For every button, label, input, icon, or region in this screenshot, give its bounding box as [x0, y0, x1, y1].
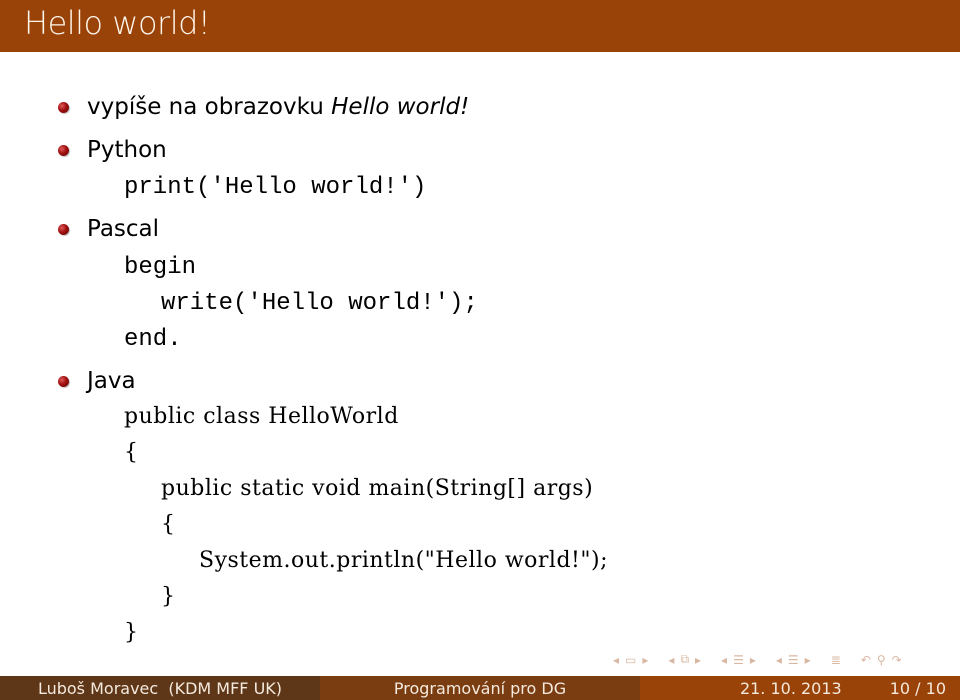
section-icon[interactable]: ☰ — [788, 653, 799, 667]
code-line-java: { — [124, 440, 139, 465]
toc-icon[interactable]: ≣ — [831, 653, 841, 667]
code-line-java: public static void main(String[] args) — [161, 476, 594, 501]
bullet-item-java: Java — [58, 368, 136, 394]
beamer-navigation: ◂ ▭ ▸ ◂ ⧉ ▸ ◂ ☰ ▸ ◂ ☰ ▸ ≣ ↶ ⚲ ↷ — [610, 652, 919, 667]
footer-page-number: 10 / 10 — [889, 678, 946, 698]
footer-author: Luboš Moravec (KDM MFF UK) — [0, 676, 320, 700]
bullet-icon — [58, 223, 69, 235]
bullet-text: Java — [87, 368, 136, 394]
undo-icon[interactable]: ↶ — [861, 653, 871, 667]
bullet-text: vypíše na obrazovku — [87, 94, 332, 120]
code-line-java: System.out.println("Hello world!"); — [199, 548, 608, 573]
nav-subsection-group: ◂ ☰ ▸ — [718, 653, 759, 667]
title-bar: Hello world! — [0, 0, 960, 52]
arrow-right-icon[interactable]: ▸ — [695, 653, 701, 667]
bullet-item-python: Python — [58, 137, 167, 163]
search-icon[interactable]: ⚲ — [877, 653, 886, 667]
code-line-pascal: write('Hello world!'); — [161, 290, 478, 317]
arrow-right-icon[interactable]: ▸ — [750, 653, 756, 667]
bullet-icon — [58, 144, 69, 156]
arrow-left-icon[interactable]: ◂ — [668, 653, 674, 667]
nav-frame-group: ◂ ▭ ▸ — [610, 653, 651, 667]
code-line-java: } — [124, 620, 139, 645]
footer-author-text: Luboš Moravec (KDM MFF UK) — [37, 678, 283, 698]
nav-search-group: ↶ ⚲ ↷ — [858, 653, 905, 667]
footer-date: 21. 10. 2013 — [739, 678, 842, 698]
subsection-icon[interactable]: ☰ — [733, 653, 744, 667]
arrow-left-icon[interactable]: ◂ — [613, 653, 619, 667]
code-line-python: print('Hello world!') — [124, 174, 427, 201]
footer: Luboš Moravec (KDM MFF UK) Programování … — [0, 676, 960, 700]
footer-talk: Programování pro DG — [320, 676, 640, 700]
arrow-right-icon[interactable]: ▸ — [642, 653, 648, 667]
code-line-java: { — [161, 512, 176, 537]
slide-title: Hello world! — [24, 4, 211, 42]
bullet-icon — [58, 101, 69, 113]
nav-section-group: ◂ ☰ ▸ — [773, 653, 814, 667]
arrow-right-icon[interactable]: ▸ — [805, 653, 811, 667]
bullet-text: Pascal — [87, 216, 160, 242]
code-line-java: public class HelloWorld — [124, 404, 399, 429]
bullet-item-pascal: Pascal — [58, 216, 159, 242]
footer-date-page: 21. 10. 2013 10 / 10 — [640, 676, 960, 700]
code-line-pascal: end. — [124, 326, 182, 353]
code-line-pascal: begin — [124, 254, 197, 281]
bullet-text: Python — [87, 137, 167, 163]
nav-toc-group: ≣ — [828, 653, 844, 667]
bullet-icon — [58, 375, 69, 387]
frame-icon[interactable]: ▭ — [625, 653, 636, 667]
arrow-left-icon[interactable]: ◂ — [776, 653, 782, 667]
footer-talk-text: Programování pro DG — [393, 678, 567, 698]
redo-icon[interactable]: ↷ — [892, 653, 902, 667]
arrow-left-icon[interactable]: ◂ — [721, 653, 727, 667]
frames-icon[interactable]: ⧉ — [680, 652, 689, 667]
bullet-emphasis: Hello world! — [331, 94, 470, 120]
bullet-item-description: vypíše na obrazovku Hello world! — [58, 94, 469, 120]
code-line-java: } — [161, 584, 176, 609]
nav-frames-group: ◂ ⧉ ▸ — [665, 652, 704, 667]
